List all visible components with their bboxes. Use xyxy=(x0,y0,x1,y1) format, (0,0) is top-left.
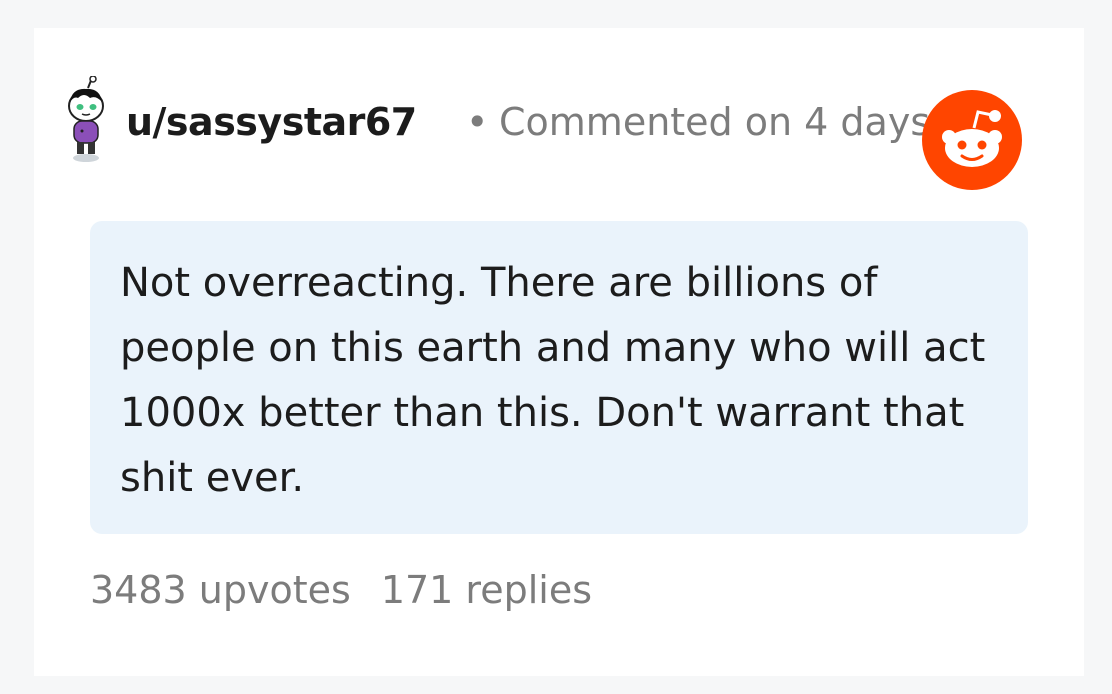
user-avatar-icon[interactable] xyxy=(62,76,112,166)
reply-count[interactable]: 171 replies xyxy=(381,568,592,612)
comment-header: u/sassystar67 • Commented on 4 days ago xyxy=(62,76,1042,176)
username-link[interactable]: u/sassystar67 xyxy=(126,100,417,144)
reddit-logo-icon xyxy=(922,90,1022,190)
comment-footer: 3483 upvotes 171 replies xyxy=(90,568,592,612)
comment-text: Not overreacting. There are billions of … xyxy=(120,260,986,501)
comment-body: Not overreacting. There are billions of … xyxy=(90,221,1028,534)
meta-separator: • xyxy=(466,100,489,144)
upvote-count[interactable]: 3483 upvotes xyxy=(90,568,351,612)
